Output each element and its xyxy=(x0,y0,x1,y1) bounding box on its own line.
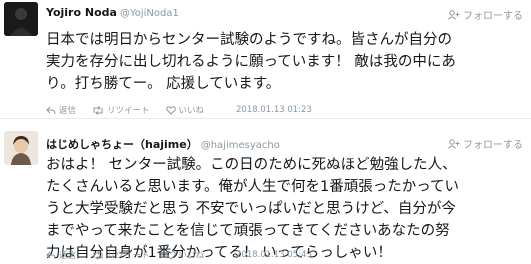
tweet-actions: 返信 リツイート いいね 2018.01.13 05:43 xyxy=(46,248,521,262)
follow-icon xyxy=(448,138,460,149)
tweet-text: 日本では明日からセンター試験のようですね。皆さんが自分の 実力を存分に出し切れる… xyxy=(46,29,525,95)
display-name-text[interactable]: はじめしゃちょー（hajime） xyxy=(46,138,198,151)
retweet-button[interactable]: リツイート xyxy=(92,249,150,261)
follow-label: フォローする xyxy=(463,140,523,151)
retweet-label: リツイート xyxy=(107,106,150,116)
like-button[interactable]: いいね xyxy=(165,249,205,261)
reply-icon xyxy=(46,106,56,114)
like-label: いいね xyxy=(178,106,205,116)
follow-label: フォローする xyxy=(463,11,523,22)
reply-label: 返信 xyxy=(59,106,77,116)
tweet-text-line: 実力を存分に出し切れるように願っています！ 敵は我の中にあ xyxy=(46,54,456,70)
display-name[interactable]: はじめしゃちょー（hajime） @hajimesyacho xyxy=(46,136,280,152)
follow-button[interactable]: フォローする xyxy=(448,7,523,22)
tweet-card-2: はじめしゃちょー（hajime） @hajimesyacho フォローする おはよ… xyxy=(0,118,531,264)
avatar-image xyxy=(4,2,38,36)
display-name-text[interactable]: Yojiro Noda xyxy=(46,6,117,19)
heart-icon xyxy=(165,105,176,115)
retweet-label: リツイート xyxy=(107,251,150,261)
user-handle[interactable]: @hajimesyacho xyxy=(201,140,280,151)
tweet-text-line: り。打ち勝てー。 応援しています。 xyxy=(46,76,281,92)
tweet-text-line: 日本では明日からセンター試験のようですね。皆さんが自分の xyxy=(46,32,452,48)
follow-icon xyxy=(448,9,460,20)
reply-button[interactable]: 返信 xyxy=(46,249,76,261)
retweet-button[interactable]: リツイート xyxy=(92,104,150,116)
tweet-text-line: おはよ！ センター試験。この日のために死ぬほど勉強した人、 xyxy=(46,157,457,173)
tweet-text-line: うと大学受験だと思う 不安でいっぱいだと思うけど、自分が今 xyxy=(46,201,456,217)
like-label: いいね xyxy=(178,251,205,261)
like-button[interactable]: いいね xyxy=(165,104,205,116)
heart-icon xyxy=(165,250,176,260)
retweet-icon xyxy=(93,105,103,115)
avatar-image xyxy=(4,131,38,165)
tweet-card-1: Yojiro Noda @YojiNoda1 フォローする 日本では明日からセンタ… xyxy=(0,0,531,118)
avatar[interactable] xyxy=(4,131,38,165)
tweet-actions: 返信 リツイート いいね 2018.01.13 01:23 xyxy=(46,103,521,117)
user-handle[interactable]: @YojiNoda1 xyxy=(120,8,179,19)
avatar[interactable] xyxy=(4,2,38,36)
retweet-icon xyxy=(93,250,103,260)
tweet-text-line: までやって来たことを信じて頑張ってきてくださいあなたの努 xyxy=(46,223,450,239)
timestamp[interactable]: 2018.01.13 05:43 xyxy=(236,250,312,260)
display-name[interactable]: Yojiro Noda @YojiNoda1 xyxy=(46,6,179,19)
reply-label: 返信 xyxy=(59,251,77,261)
follow-button[interactable]: フォローする xyxy=(448,136,523,151)
tweet-text-line: たくさんいると思います。俺が人生で何を1番頑張ったかってい xyxy=(46,179,460,195)
reply-icon xyxy=(46,251,56,259)
timestamp[interactable]: 2018.01.13 01:23 xyxy=(236,105,312,115)
reply-button[interactable]: 返信 xyxy=(46,104,76,116)
